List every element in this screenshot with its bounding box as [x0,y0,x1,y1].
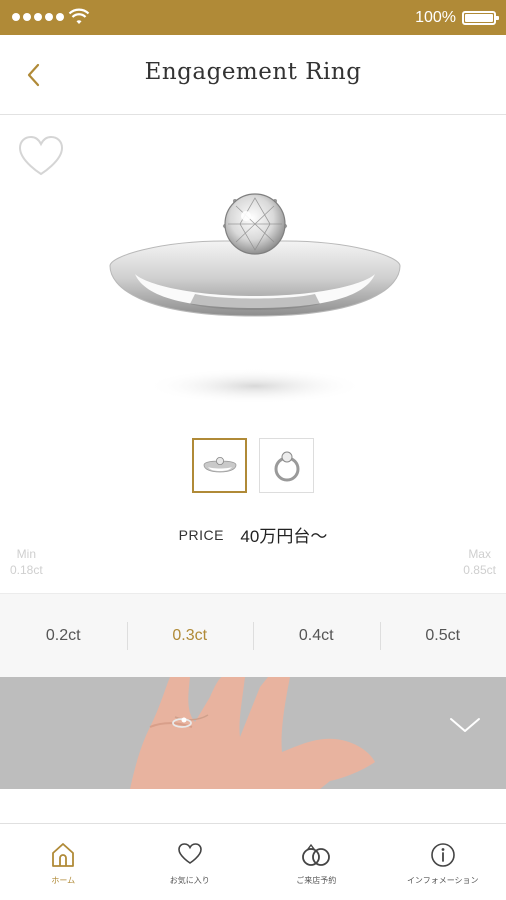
hand-wearing-ring-photo [130,677,375,789]
tab-reservation[interactable]: ご来店予約 [253,824,380,900]
navigation-bar: Engagement Ring [0,35,506,115]
carat-min-value: 0.18ct [10,563,43,577]
page-title: Engagement Ring [144,59,362,85]
heart-icon [177,843,202,864]
tab-home-label: ホーム [51,876,76,885]
tab-bar: ホーム お気に入り ご来店予約 インフォメーション [0,823,506,900]
carat-option-0-2[interactable]: 0.2ct [0,594,127,677]
wifi-icon [68,8,90,24]
signal-icon [12,13,64,21]
status-bar: 100% [0,0,506,35]
thumbnail-list [192,438,314,493]
tab-information-label: インフォメーション [406,876,479,885]
favorite-button[interactable] [16,134,66,178]
battery-icon [462,11,499,25]
product-image-area [0,116,506,426]
battery-percentage: 100% [415,9,456,26]
ring-photo [109,193,401,404]
expand-button[interactable] [448,715,482,740]
carat-option-0-5[interactable]: 0.5ct [379,594,506,677]
thumbnail-top-view[interactable] [259,438,314,493]
carat-min-label: Min [16,547,37,561]
hand-banner [0,677,506,789]
tab-favorites-label: お気に入り [169,876,210,885]
battery-level [465,14,493,22]
carat-max-label: Max [468,547,491,561]
content-spacer [0,789,506,823]
tab-information[interactable]: インフォメーション [380,824,506,900]
heart-outline-icon [18,135,64,176]
ring-side-view-thumb [203,456,236,472]
chevron-down-icon [450,718,480,732]
carat-option-0-4[interactable]: 0.4ct [253,594,380,677]
info-icon [430,843,455,867]
price-label: PRICE [178,526,224,543]
tab-favorites[interactable]: お気に入り [127,824,254,900]
thumbnail-side-view[interactable] [192,438,247,493]
carat-option-0-3[interactable]: 0.3ct [126,594,254,677]
ring-top-view-thumb [274,451,299,481]
price-row: PRICE 40万円台〜 [0,522,506,547]
carat-min: Min 0.18ct [10,546,43,578]
price-value: 40万円台〜 [240,527,328,546]
rings-icon [302,843,331,866]
home-icon [52,843,75,867]
carat-max: Max 0.85ct [463,546,496,578]
carat-selector: 0.2ct 0.3ct 0.4ct 0.5ct [0,593,506,677]
tab-reservation-label: ご来店予約 [296,876,337,885]
tab-home[interactable]: ホーム [0,824,127,900]
carat-max-value: 0.85ct [463,563,496,577]
